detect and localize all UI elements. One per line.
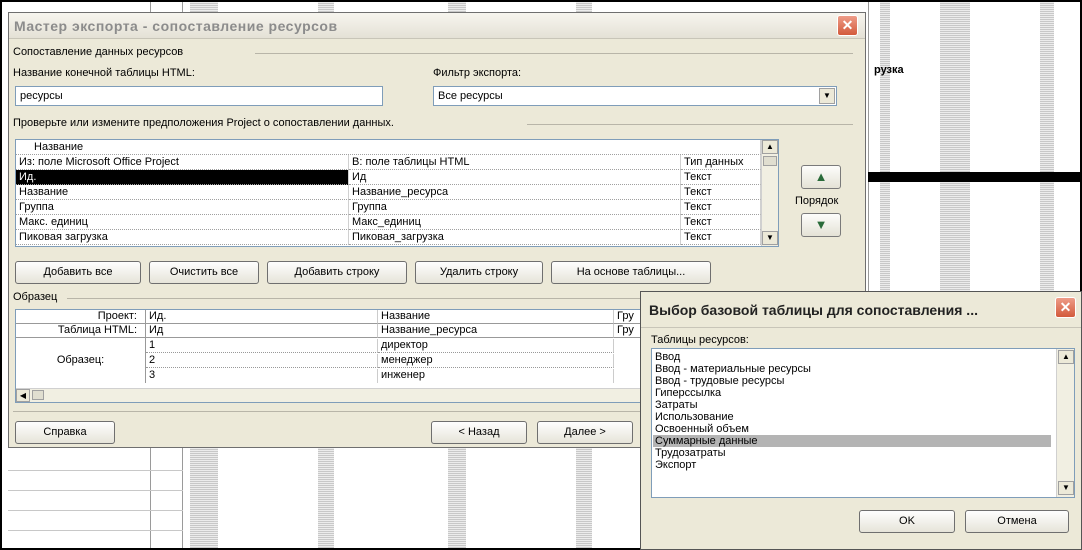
dest-table-input[interactable]: [15, 86, 383, 106]
table-cell: инженер: [378, 369, 614, 383]
resource-tables-label: Таблицы ресурсов:: [651, 334, 749, 346]
table-cell[interactable]: Текст: [681, 200, 761, 215]
help-button[interactable]: Справка: [15, 421, 115, 444]
table-cell: 2: [146, 354, 378, 368]
mapping-edit-cell[interactable]: Название: [16, 140, 761, 155]
table-cell: Гру: [614, 310, 640, 324]
resource-mapping-group-label: Сопоставление данных ресурсов: [13, 46, 184, 58]
scroll-thumb[interactable]: [763, 156, 777, 166]
table-cell[interactable]: Группа: [16, 200, 349, 215]
ok-button[interactable]: OK: [859, 510, 955, 533]
table-cell[interactable]: Пиковая загрузка: [16, 230, 349, 245]
move-up-button[interactable]: ▲: [801, 165, 841, 189]
scroll-left-icon[interactable]: ◀: [16, 389, 30, 402]
bg-hline: [8, 490, 183, 491]
table-cell: директор: [378, 339, 614, 353]
bg-hline: [8, 530, 183, 531]
back-button[interactable]: < Назад: [431, 421, 527, 444]
list-item[interactable]: Экспорт: [653, 459, 1051, 471]
table-cell[interactable]: Ид: [349, 170, 681, 185]
wizard-close-button[interactable]: ✕: [837, 15, 858, 36]
table-cell[interactable]: Название: [16, 185, 349, 200]
table-cell: 3: [146, 369, 378, 383]
list-item[interactable]: Затраты: [653, 399, 1051, 411]
add-all-button[interactable]: Добавить все: [15, 261, 141, 284]
table-cell: Гру: [614, 324, 640, 338]
base-table-title: Выбор базовой таблицы для сопоставления …: [649, 302, 978, 318]
table-cell[interactable]: Текст: [681, 185, 761, 200]
wizard-title: Мастер экспорта - сопоставление ресурсов: [14, 18, 338, 34]
sample-project-label: Проект:: [16, 310, 146, 324]
table-cell: менеджер: [378, 354, 614, 368]
delete-row-button[interactable]: Удалить строку: [415, 261, 543, 284]
list-item-selected[interactable]: Суммарные данные: [653, 435, 1051, 447]
mapping-scrollbar[interactable]: ▲ ▼: [761, 140, 778, 246]
group-divider: [527, 124, 853, 125]
base-table-dialog: Выбор базовой таблицы для сопоставления …: [640, 291, 1082, 550]
list-item[interactable]: Гиперссылка: [653, 387, 1051, 399]
filter-label: Фильтр экспорта:: [433, 67, 522, 79]
sample-table: Проект: Ид. Название Гру Таблица HTML: И…: [15, 309, 641, 403]
sample-group-label: Образец: [13, 291, 58, 303]
base-table-titlebar: Выбор базовой таблицы для сопоставления …: [641, 292, 1081, 328]
table-cell[interactable]: Макс. единиц: [16, 215, 349, 230]
table-cell[interactable]: Группа: [349, 200, 681, 215]
scroll-thumb[interactable]: [32, 390, 44, 400]
column-header-type[interactable]: Тип данных: [681, 155, 761, 170]
table-cell: Ид.: [146, 310, 378, 324]
sample-hscrollbar[interactable]: ◀: [16, 388, 640, 402]
add-row-button[interactable]: Добавить строку: [267, 261, 407, 284]
mapping-table[interactable]: Название Из: поле Microsoft Office Proje…: [15, 139, 779, 247]
column-header-to[interactable]: В: поле таблицы HTML: [349, 155, 681, 170]
sample-row-label: Образец:: [16, 338, 146, 383]
list-item[interactable]: Ввод - материальные ресурсы: [653, 363, 1051, 375]
filter-select[interactable]: Все ресурсы ▼: [433, 86, 837, 106]
list-item[interactable]: Освоенный объем: [653, 423, 1051, 435]
table-cell[interactable]: Макс_единиц: [349, 215, 681, 230]
table-cell: Название_ресурса: [378, 324, 614, 338]
base-table-close-button[interactable]: ✕: [1055, 297, 1076, 318]
sample-html-label: Таблица HTML:: [16, 324, 146, 338]
table-cell[interactable]: Текст: [681, 215, 761, 230]
cancel-button[interactable]: Отмена: [965, 510, 1069, 533]
list-scrollbar[interactable]: ▲ ▼: [1056, 349, 1074, 497]
filter-value: Все ресурсы: [438, 90, 503, 102]
next-button[interactable]: Далее >: [537, 421, 633, 444]
table-cell[interactable]: Ид.: [16, 170, 349, 185]
table-cell: Название: [378, 310, 614, 324]
bg-hline: [8, 510, 183, 511]
list-item[interactable]: Использование: [653, 411, 1051, 423]
table-cell[interactable]: Текст: [681, 170, 761, 185]
arrow-down-icon: ▼: [814, 217, 828, 232]
chevron-down-icon[interactable]: ▼: [819, 88, 835, 104]
clear-all-button[interactable]: Очистить все: [149, 261, 259, 284]
list-item[interactable]: Ввод: [653, 351, 1051, 363]
table-cell: Ид: [146, 324, 378, 338]
scroll-down-icon[interactable]: ▼: [1058, 481, 1074, 495]
bg-column-header: рузка: [874, 64, 904, 76]
arrow-up-icon: ▲: [814, 169, 828, 184]
column-header-from[interactable]: Из: поле Microsoft Office Project: [16, 155, 349, 170]
order-label: Порядок: [795, 195, 839, 207]
based-on-table-button[interactable]: На основе таблицы...: [551, 261, 711, 284]
table-cell[interactable]: Текст: [681, 230, 761, 245]
table-cell[interactable]: Название_ресурса: [349, 185, 681, 200]
resource-tables-listbox[interactable]: Ввод Ввод - материальные ресурсы Ввод - …: [651, 348, 1075, 498]
scroll-up-icon[interactable]: ▲: [1058, 350, 1074, 364]
scroll-up-icon[interactable]: ▲: [762, 140, 778, 154]
bg-hline: [8, 470, 183, 471]
list-item[interactable]: Трудозатраты: [653, 447, 1051, 459]
verify-label: Проверьте или измените предположения Pro…: [13, 117, 394, 129]
table-cell[interactable]: Пиковая_загрузка: [349, 230, 681, 245]
group-divider: [255, 53, 853, 54]
scroll-down-icon[interactable]: ▼: [762, 231, 778, 245]
gantt-bar: [868, 172, 1082, 182]
wizard-titlebar: Мастер экспорта - сопоставление ресурсов…: [9, 13, 865, 39]
dest-table-label: Название конечной таблицы HTML:: [13, 67, 195, 79]
table-cell: 1: [146, 339, 378, 353]
move-down-button[interactable]: ▼: [801, 213, 841, 237]
list-item[interactable]: Ввод - трудовые ресурсы: [653, 375, 1051, 387]
